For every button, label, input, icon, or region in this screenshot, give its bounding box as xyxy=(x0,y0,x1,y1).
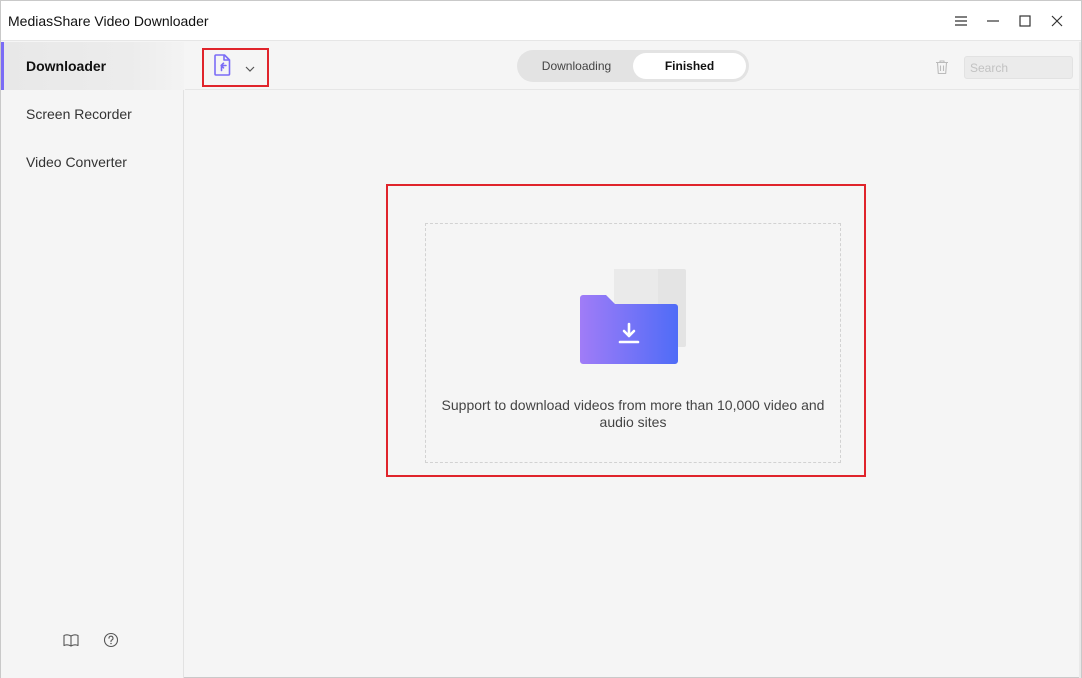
paste-url-icon xyxy=(213,54,233,81)
menu-icon[interactable] xyxy=(945,9,977,33)
sidebar-item-downloader[interactable]: Downloader xyxy=(1,42,184,90)
chevron-down-icon[interactable] xyxy=(245,59,255,77)
maximize-icon[interactable] xyxy=(1009,9,1041,33)
trash-icon[interactable] xyxy=(933,58,951,76)
sidebar-item-label: Downloader xyxy=(26,58,107,74)
dropzone-text: Support to download videos from more tha… xyxy=(441,397,825,430)
search-input[interactable] xyxy=(964,56,1073,79)
sidebar-item-screen-recorder[interactable]: Screen Recorder xyxy=(1,90,184,138)
book-icon[interactable] xyxy=(63,632,79,648)
title-bar: MediasShare Video Downloader xyxy=(1,1,1081,41)
app-window: MediasShare Video Downloader Downloader … xyxy=(0,0,1082,678)
download-folder-icon xyxy=(580,267,688,365)
tab-finished[interactable]: Finished xyxy=(633,53,746,79)
sidebar-item-label: Video Converter xyxy=(26,154,127,170)
tab-downloading[interactable]: Downloading xyxy=(520,53,633,79)
sidebar-footer xyxy=(63,632,119,648)
toolbar: Downloading Finished xyxy=(185,42,1081,90)
sidebar: Downloader Screen Recorder Video Convert… xyxy=(1,42,184,678)
app-title: MediasShare Video Downloader xyxy=(8,13,209,29)
sidebar-item-label: Screen Recorder xyxy=(26,106,132,122)
window-controls xyxy=(945,9,1073,33)
sidebar-item-video-converter[interactable]: Video Converter xyxy=(1,138,184,186)
paste-url-button[interactable] xyxy=(202,48,269,87)
minimize-icon[interactable] xyxy=(977,9,1009,33)
download-status-tabs: Downloading Finished xyxy=(517,50,749,82)
scrollbar[interactable] xyxy=(1079,42,1081,678)
help-icon[interactable] xyxy=(103,632,119,648)
close-icon[interactable] xyxy=(1041,9,1073,33)
download-dropzone[interactable]: Support to download videos from more tha… xyxy=(425,223,841,463)
